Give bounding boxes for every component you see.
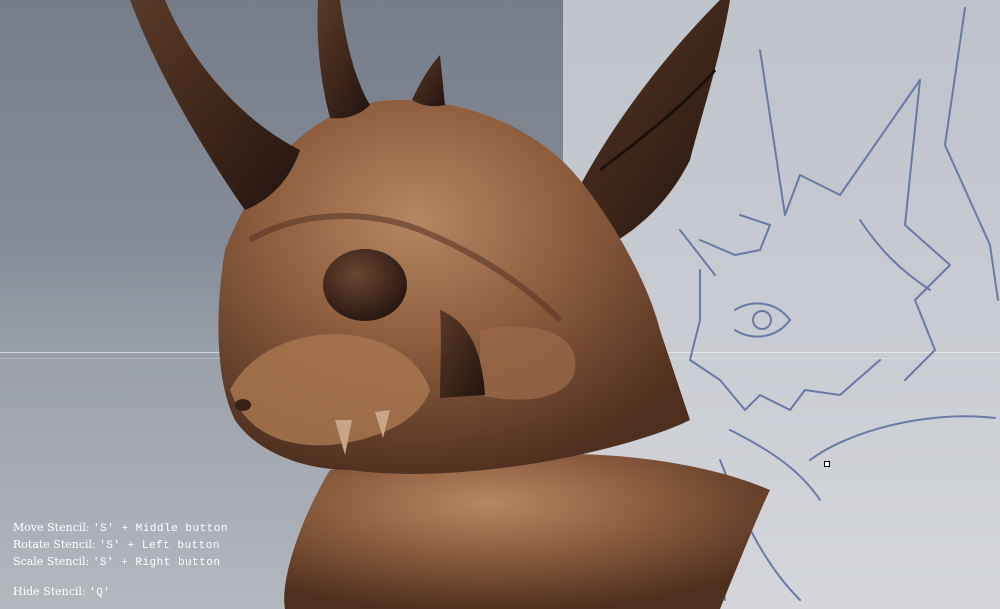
eye-shape [323, 249, 407, 321]
hud-label: Rotate Stencil: [13, 538, 100, 551]
hud-label: Scale Stencil: [13, 555, 93, 568]
hud-label: Move Stencil: [13, 521, 94, 534]
stencil-help-overlay: Move Stencil: 'S' + Middle button Rotate… [13, 520, 228, 601]
hud-scale-stencil: Scale Stencil: 'S' + Right button [13, 554, 228, 571]
sculpted-creature-model[interactable] [0, 0, 1000, 609]
hud-keys: 'S' + Left button [99, 540, 220, 552]
mouse-cursor-icon [824, 461, 830, 467]
horn-shape [130, 0, 300, 210]
hud-keys: 'S' + Middle button [93, 523, 228, 535]
hud-keys: 'Q' [89, 587, 111, 599]
hud-hide-stencil: Hide Stencil: 'Q' [13, 584, 228, 601]
3d-viewport[interactable]: Move Stencil: 'S' + Middle button Rotate… [0, 0, 1000, 609]
hud-move-stencil: Move Stencil: 'S' + Middle button [13, 520, 228, 537]
hud-rotate-stencil: Rotate Stencil: 'S' + Left button [13, 537, 228, 554]
hud-keys: 'S' + Right button [92, 557, 221, 569]
hud-label: Hide Stencil: [13, 585, 90, 598]
